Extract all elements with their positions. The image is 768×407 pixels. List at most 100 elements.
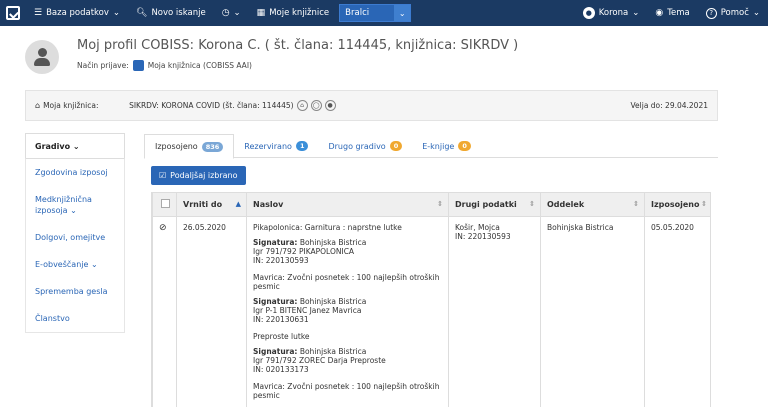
sidebar-item-label: Dolgovi, omejitve bbox=[35, 233, 106, 242]
nav-new-search[interactable]: 🔍︎ Novo iskanje bbox=[128, 0, 214, 26]
history-icon: ◷ bbox=[221, 8, 230, 18]
row-status-cell: ⊘ bbox=[152, 216, 177, 407]
tab-label: E-knjige bbox=[422, 141, 455, 151]
inventory-number: IN: 220130593 bbox=[455, 232, 511, 241]
col-label: Naslov bbox=[253, 200, 284, 209]
sort-icon: ⇕ bbox=[633, 200, 639, 208]
checkbox-icon: ☑ bbox=[159, 171, 167, 180]
tab-other-material[interactable]: Drugo gradivo 0 bbox=[318, 134, 412, 158]
location-icon[interactable]: ● bbox=[324, 100, 336, 111]
select-all-checkbox[interactable] bbox=[161, 199, 170, 208]
count-badge: 836 bbox=[201, 141, 224, 152]
col-label: Vrniti do bbox=[183, 200, 223, 209]
tab-e-books[interactable]: E-knjige 0 bbox=[412, 134, 481, 158]
nav-my-libraries-label: Moje knjižnice bbox=[269, 8, 330, 18]
col-label: Drugi podatki bbox=[455, 200, 517, 209]
tab-bar: Izposojeno 836 Rezervirano 1 Drugo gradi… bbox=[144, 134, 718, 159]
chevron-down-icon: ⌄ bbox=[112, 8, 120, 18]
sidebar-item-debts[interactable]: Dolgovi, omejitve bbox=[26, 224, 124, 251]
sort-icon: ⇕ bbox=[529, 200, 535, 208]
chevron-down-icon: ⌄ bbox=[90, 260, 98, 269]
login-mode-value: Moja knjižnica (COBISS AAI) bbox=[147, 61, 252, 70]
chevron-down-icon[interactable]: ⌄ bbox=[394, 5, 411, 21]
signature-value: Bohinjska Bistrica bbox=[299, 347, 367, 356]
signature-label: Signatura: bbox=[253, 297, 298, 306]
count-badge: 0 bbox=[389, 141, 403, 151]
count-badge: 1 bbox=[295, 141, 309, 151]
login-mode-label: Način prijave: bbox=[77, 61, 129, 70]
call-number: Igr 791/792 ZOREC Darja Preproste bbox=[253, 356, 386, 365]
department-cell: Bohinjska Bistrica bbox=[540, 216, 645, 407]
nav-help-menu[interactable]: ? Pomoč ⌄ bbox=[698, 0, 768, 26]
inventory-number: IN: 020133173 bbox=[253, 365, 309, 374]
item-title[interactable]: Pikapolonica: Garnitura : naprstne lutke bbox=[253, 223, 442, 232]
col-return-date[interactable]: Vrniti do ▲ bbox=[176, 192, 247, 217]
sort-asc-icon: ▲ bbox=[235, 200, 241, 208]
loans-table-wrapper[interactable]: Vrniti do ▲ Naslov ⇕ Drugi podatki ⇕ Oddele… bbox=[151, 192, 711, 407]
info-circle-icon[interactable]: ◯ bbox=[310, 100, 322, 111]
sort-icon: ⇕ bbox=[437, 200, 443, 208]
sidebar-item-e-notification[interactable]: E-obveščanje ⌄ bbox=[26, 251, 124, 278]
sidebar-header[interactable]: Gradivo ⌄ bbox=[25, 133, 125, 158]
table-row: ⊘ 26.05.2020 Pikapolonica: Garnitura : n… bbox=[152, 216, 710, 407]
eye-icon: ◉ bbox=[655, 8, 664, 18]
library-select[interactable]: Bralci ⌄ bbox=[339, 4, 412, 22]
list-item: Pikapolonica: Garnitura : naprstne lutke… bbox=[253, 223, 442, 265]
nav-my-libraries[interactable]: ▦ Moje knjižnice bbox=[249, 0, 338, 26]
list-item: Mavrica: Zvočni posnetek : 100 najlepših… bbox=[253, 382, 442, 400]
nav-theme[interactable]: ◉ Tema bbox=[647, 0, 697, 26]
col-title[interactable]: Naslov ⇕ bbox=[246, 192, 449, 217]
call-number: Igr 791/792 PIKAPOLONICA bbox=[253, 247, 355, 256]
sidebar-item-label: Članstvo bbox=[35, 314, 70, 323]
col-borrowed[interactable]: Izposojeno ⇕ bbox=[644, 192, 710, 217]
select-all-header[interactable] bbox=[152, 192, 177, 217]
nav-user-menu[interactable]: ● Korona ⌄ bbox=[575, 0, 648, 26]
sidebar-item-membership[interactable]: Članstvo bbox=[26, 305, 124, 332]
chevron-down-icon: ⌄ bbox=[233, 8, 241, 18]
col-other-data[interactable]: Drugi podatki ⇕ bbox=[448, 192, 541, 217]
user-icon: ● bbox=[582, 7, 595, 19]
nav-search-label: Novo iskanje bbox=[151, 8, 206, 18]
title-cell: Pikapolonica: Garnitura : naprstne lutke… bbox=[246, 216, 449, 407]
loans-table: Vrniti do ▲ Naslov ⇕ Drugi podatki ⇕ Oddele… bbox=[152, 192, 710, 407]
sort-icon: ⇕ bbox=[701, 200, 707, 208]
extend-selected-button[interactable]: ☑ Podaljšaj izbrano bbox=[151, 166, 246, 185]
sidebar-item-password[interactable]: Sprememba gesla bbox=[26, 278, 124, 305]
cobiss-logo-icon[interactable] bbox=[0, 0, 26, 26]
nav-database-menu[interactable]: ☰ Baza podatkov ⌄ bbox=[26, 0, 128, 26]
return-date-cell: 26.05.2020 bbox=[176, 216, 247, 407]
tab-label: Rezervirano bbox=[244, 141, 292, 151]
col-department[interactable]: Oddelek ⇕ bbox=[540, 192, 645, 217]
blocked-icon: ⊘ bbox=[159, 223, 167, 233]
count-badge: 0 bbox=[458, 141, 471, 151]
nav-user-label: Korona bbox=[598, 8, 629, 18]
item-title[interactable]: Preproste lutke bbox=[253, 332, 442, 341]
tab-reserved[interactable]: Rezervirano 1 bbox=[234, 134, 318, 158]
borrowed-date-cell: 05.05.2020 bbox=[644, 216, 710, 407]
sidebar: Gradivo ⌄ Zgodovina izposoj Medknjižničn… bbox=[25, 133, 125, 333]
sidebar-item-interlibrary[interactable]: Medknjižnična izposoja ⌄ bbox=[26, 186, 124, 224]
valid-until: Velja do: 29.04.2021 bbox=[630, 101, 708, 110]
library-icon: ▦ bbox=[256, 8, 266, 18]
item-title[interactable]: Mavrica: Zvočni posnetek : 100 najlepših… bbox=[253, 273, 442, 291]
home-circle-icon[interactable]: ⌂ bbox=[296, 100, 308, 111]
signature-value: Bohinjska Bistrica bbox=[299, 297, 367, 306]
library-value: SIKRDV: KORONA COVID (št. člana: 114445) bbox=[129, 101, 294, 110]
signature-label: Signatura: bbox=[253, 238, 298, 247]
home-icon: ⌂ bbox=[35, 101, 41, 110]
list-item: Preproste lutke Signatura: Bohinjska Bis… bbox=[253, 332, 442, 374]
chevron-down-icon: ⌄ bbox=[72, 141, 80, 151]
author: Košir, Mojca bbox=[455, 223, 500, 232]
tab-borrowed[interactable]: Izposojeno 836 bbox=[144, 134, 235, 159]
library-bar: ⌂ Moja knjižnica: SIKRDV: KORONA COVID (… bbox=[25, 90, 718, 121]
page-title: Moj profil COBISS: Korona C. ( št. člana… bbox=[77, 38, 519, 53]
col-label: Izposojeno bbox=[651, 200, 700, 209]
item-title[interactable]: Mavrica: Zvočni posnetek : 100 najlepših… bbox=[253, 382, 442, 400]
library-label: Moja knjižnica: bbox=[43, 101, 99, 110]
signature-value: Bohinjska Bistrica bbox=[299, 238, 367, 247]
sidebar-item-label: Zgodovina izposoj bbox=[35, 168, 108, 177]
cobiss-aai-icon bbox=[132, 60, 144, 71]
nav-history-menu[interactable]: ◷ ⌄ bbox=[214, 0, 249, 26]
sidebar-list: Zgodovina izposoj Medknjižnična izposoja… bbox=[25, 158, 125, 333]
sidebar-item-loan-history[interactable]: Zgodovina izposoj bbox=[26, 159, 124, 186]
